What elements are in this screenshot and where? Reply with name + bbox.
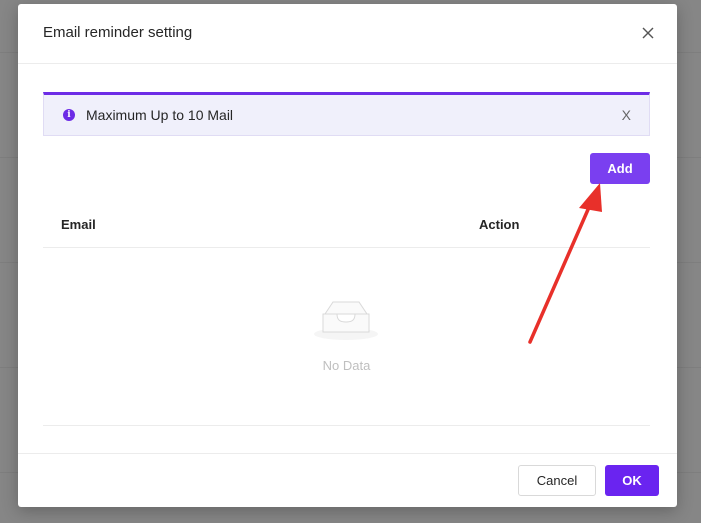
alert-close-button[interactable]: X [622, 107, 631, 123]
info-alert: i Maximum Up to 10 Mail X [43, 92, 650, 136]
cancel-button[interactable]: Cancel [518, 465, 596, 496]
empty-state: No Data [43, 248, 650, 426]
empty-inbox-icon [313, 296, 379, 347]
column-header-email: Email [61, 217, 96, 232]
table-header: Email Action [43, 202, 650, 248]
column-header-action: Action [479, 217, 520, 232]
email-reminder-dialog: Email reminder setting i Maximum Up to 1… [18, 4, 677, 507]
dialog-header: Email reminder setting [18, 4, 677, 64]
dialog-footer: Cancel OK [18, 453, 677, 507]
empty-text: No Data [322, 358, 371, 373]
add-button[interactable]: Add [590, 153, 650, 184]
dialog-title: Email reminder setting [43, 24, 193, 41]
email-table: Email Action No Data [43, 202, 650, 426]
info-icon: i [63, 109, 75, 121]
close-icon[interactable] [637, 22, 659, 44]
ok-button[interactable]: OK [605, 465, 659, 496]
alert-message: Maximum Up to 10 Mail [86, 107, 234, 123]
